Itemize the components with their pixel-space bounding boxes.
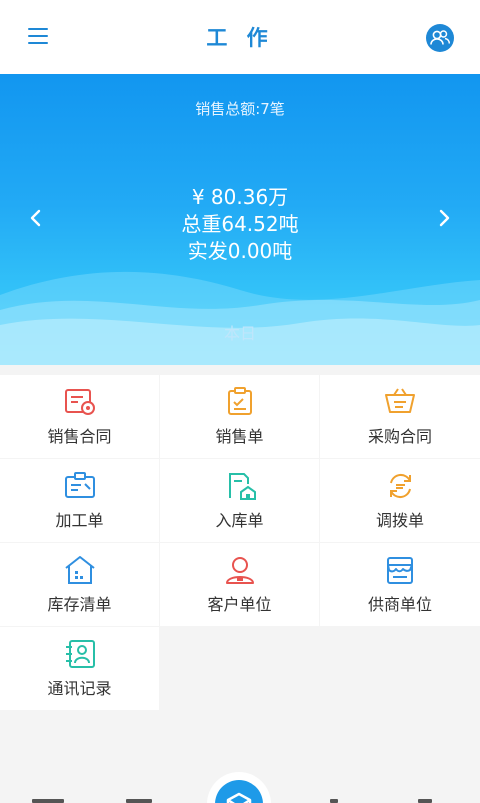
menu-label: 销售合同 bbox=[47, 426, 112, 446]
menu-label: 采购合同 bbox=[367, 426, 432, 446]
warehouse-in-icon bbox=[228, 472, 256, 500]
menu-sales-contract[interactable]: 销售合同 bbox=[0, 375, 159, 458]
total-weight: 总重64.52吨 bbox=[181, 212, 299, 236]
menu-label: 销售单 bbox=[215, 426, 264, 446]
tab-icon-home[interactable] bbox=[32, 799, 64, 803]
tab-icon-profile[interactable] bbox=[418, 799, 432, 803]
contacts-icon bbox=[65, 639, 95, 668]
sales-contract-icon bbox=[64, 388, 95, 415]
menu-processing-order[interactable]: 加工单 bbox=[0, 459, 159, 542]
menu-inventory-list[interactable]: 库存清单 bbox=[0, 543, 159, 626]
menu-supplier[interactable]: 供商单位 bbox=[320, 543, 480, 626]
user-group-icon[interactable] bbox=[426, 24, 454, 52]
menu-label: 加工单 bbox=[55, 510, 104, 530]
menu-label: 调拨单 bbox=[375, 510, 424, 530]
function-grid: 销售合同 销售单 采购合同 加工单 入库单 调拨单 库存清单 客户单位 供商单位… bbox=[0, 375, 480, 710]
menu-warehouse-in[interactable]: 入库单 bbox=[160, 459, 319, 542]
banner-figures: ¥ 80.36万 总重64.52吨 实发0.00吨 bbox=[0, 184, 480, 265]
tab-icon-list[interactable] bbox=[126, 799, 152, 803]
processing-order-icon bbox=[64, 471, 95, 498]
menu-sales-order[interactable]: 销售单 bbox=[160, 375, 319, 458]
customer-icon bbox=[225, 556, 254, 584]
page-title: 工 作 bbox=[206, 26, 274, 50]
app-header: 工 作 bbox=[0, 0, 480, 74]
inventory-list-icon bbox=[64, 555, 95, 584]
sales-order-icon bbox=[227, 386, 252, 415]
period-label: 本日 bbox=[223, 324, 256, 343]
tab-icon-message[interactable] bbox=[330, 799, 338, 803]
sales-count-label: 销售总额:7笔 bbox=[195, 100, 285, 118]
menu-customer[interactable]: 客户单位 bbox=[160, 543, 319, 626]
hamburger-menu-icon[interactable] bbox=[28, 26, 50, 46]
menu-purchase-contract[interactable]: 采购合同 bbox=[320, 375, 480, 458]
mail-fab-button[interactable] bbox=[207, 772, 271, 803]
sales-amount: ¥ 80.36万 bbox=[191, 185, 289, 209]
menu-contacts[interactable]: 通讯记录 bbox=[0, 627, 159, 710]
menu-label: 供商单位 bbox=[367, 594, 432, 614]
transfer-order-icon bbox=[390, 473, 411, 498]
menu-label: 通讯记录 bbox=[47, 678, 112, 698]
menu-label: 客户单位 bbox=[207, 594, 272, 614]
mail-fab-icon bbox=[215, 780, 263, 803]
supplier-icon bbox=[387, 556, 413, 584]
shipped-weight: 实发0.00吨 bbox=[187, 239, 293, 263]
purchase-contract-icon bbox=[385, 387, 415, 413]
menu-label: 库存清单 bbox=[47, 594, 112, 614]
sales-summary-banner[interactable]: 销售总额:7笔 ¥ 80.36万 总重64.52吨 实发0.00吨 本日 bbox=[0, 74, 480, 365]
menu-transfer-order[interactable]: 调拨单 bbox=[320, 459, 480, 542]
menu-label: 入库单 bbox=[215, 510, 264, 530]
